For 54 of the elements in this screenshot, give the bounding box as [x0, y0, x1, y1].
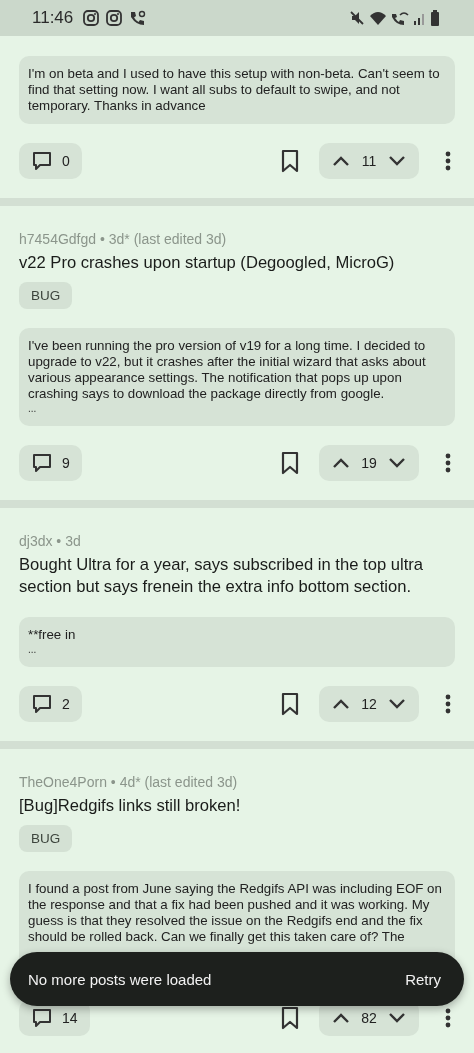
comment-icon [31, 693, 53, 715]
comments-button[interactable]: 0 [19, 143, 82, 179]
post-body: I'm on beta and I used to have this setup with non-beta. Can't seem to find that setting now. I want all subs to default to swipe, and not temporary. Thanks in advance [28, 66, 441, 114]
comment-icon [31, 452, 53, 474]
phone-icon [128, 9, 147, 27]
bookmark-icon[interactable] [280, 451, 300, 475]
bookmark-icon[interactable] [280, 1006, 300, 1030]
post-body: I've been running the pro version of v19 for a long time. I decided to upgrade to v22, but it crashes after the initial wizard that asks about various appearance settings. The notification that pops up upon crashing says to download the package directly from google. [28, 338, 427, 402]
vote-count: 11 [361, 153, 377, 169]
camera-icon [105, 9, 124, 27]
upvote-icon[interactable] [332, 1012, 350, 1024]
post-title[interactable]: Bought Ultra for a year, says subscribed in the top ultra section but says frenein the extra info bottom section. [19, 554, 455, 598]
post-title[interactable]: [Bug]Redgifs links still broken! [19, 795, 241, 817]
clock-time: 11:46 [32, 8, 74, 28]
bookmark-icon[interactable] [280, 149, 300, 173]
post-body: **free in [28, 627, 77, 643]
vote-control[interactable]: 19 [319, 445, 419, 481]
upvote-icon[interactable] [332, 155, 350, 167]
post-title[interactable]: v22 Pro crashes upon startup (Degoogled, MicroG) [19, 252, 395, 274]
bookmark-icon[interactable] [280, 692, 300, 716]
flair-tag: BUG [19, 825, 73, 852]
ellipsis: ... [28, 402, 38, 416]
post-body: I found a post from June saying the Redgifs API was including EOF on the response and that a fix had been pushed and it was working. My guess is that they resolved the issue on the Redgifs end and the fix should be rolled back. Can we finally get this taken care of? The [28, 881, 443, 945]
more-icon[interactable] [444, 1007, 452, 1029]
upvote-icon[interactable] [332, 457, 350, 469]
vote-count: 19 [361, 455, 377, 471]
battery-icon [430, 9, 440, 27]
comments-button[interactable]: 9 [19, 445, 82, 481]
vote-count: 12 [361, 696, 377, 712]
downvote-icon[interactable] [388, 698, 406, 710]
more-icon[interactable] [444, 693, 452, 715]
more-icon[interactable] [444, 150, 452, 172]
downvote-icon[interactable] [388, 457, 406, 469]
vote-count: 82 [361, 1010, 377, 1026]
upvote-icon[interactable] [332, 698, 350, 710]
comments-button[interactable]: 2 [19, 686, 82, 722]
wifi-icon [369, 9, 387, 27]
flair-tag: BUG [19, 282, 73, 309]
post-meta: TheOne4Porn • 4d* (last edited 3d) [19, 773, 238, 791]
retry-button[interactable]: Retry [405, 970, 441, 988]
comment-icon [31, 1007, 53, 1029]
post-meta: h7454Gdfgd • 3d* (last edited 3d) [19, 230, 227, 248]
comment-icon [31, 150, 53, 172]
vote-control[interactable]: 12 [319, 686, 419, 722]
mute-icon [348, 9, 366, 27]
post-meta: dj3dx • 3d [19, 532, 81, 550]
downvote-icon[interactable] [388, 155, 406, 167]
more-icon[interactable] [444, 452, 452, 474]
wifi-call-icon [390, 9, 410, 27]
downvote-icon[interactable] [388, 1012, 406, 1024]
camera-icon [82, 9, 101, 27]
snackbar-message: No more posts were loaded [28, 970, 212, 988]
vote-control[interactable]: 11 [319, 143, 419, 179]
ellipsis: ... [28, 643, 38, 657]
